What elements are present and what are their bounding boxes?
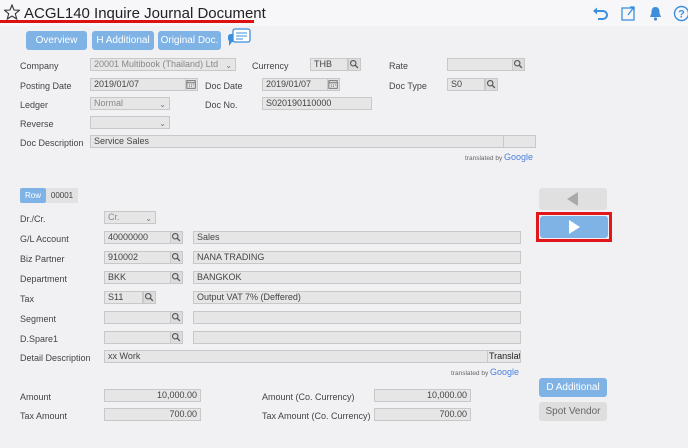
chevron-down-icon: ⌄ xyxy=(159,119,166,128)
drcr-select[interactable]: Cr. ⌄ xyxy=(104,211,156,224)
google-translate-attribution: translated by Google xyxy=(465,152,533,162)
row-tab[interactable]: Row xyxy=(20,188,46,203)
dspare1-label: D.Spare1 xyxy=(20,334,59,344)
segment-name-field xyxy=(193,311,521,324)
calendar-icon[interactable] xyxy=(327,78,340,91)
rate-field[interactable] xyxy=(447,58,513,71)
amount-field: 10,000.00 xyxy=(104,389,201,402)
calendar-icon[interactable] xyxy=(185,78,198,91)
drcr-value: Cr. xyxy=(108,212,120,222)
h-additional-button[interactable]: H Additional xyxy=(92,31,154,50)
comment-icon[interactable] xyxy=(227,28,251,50)
gl-account-label: G/L Account xyxy=(20,234,69,244)
translated-by-text: translated by xyxy=(451,370,489,377)
search-icon[interactable] xyxy=(170,231,183,244)
help-icon[interactable]: ? xyxy=(673,5,688,22)
department-name-field: BANGKOK xyxy=(193,271,521,284)
tax-amount-label: Tax Amount xyxy=(20,411,68,421)
doc-type-field[interactable]: S0 xyxy=(447,78,485,91)
previous-row-button[interactable] xyxy=(539,188,607,210)
amount-label: Amount xyxy=(20,392,52,402)
doc-description-label: Doc Description xyxy=(20,138,84,148)
tax-code-field[interactable]: S11 xyxy=(104,291,143,304)
search-icon[interactable] xyxy=(143,291,156,304)
search-icon[interactable] xyxy=(170,331,183,344)
dspare1-code-field[interactable] xyxy=(104,331,171,344)
search-icon[interactable] xyxy=(485,78,498,91)
segment-label: Segment xyxy=(20,314,57,324)
tax-amount-cc-field: 700.00 xyxy=(374,408,471,421)
doc-no-label: Doc No. xyxy=(205,100,238,110)
reverse-label: Reverse xyxy=(20,119,54,129)
rate-label: Rate xyxy=(389,61,409,71)
currency-field[interactable]: THB xyxy=(310,58,348,71)
svg-text:?: ? xyxy=(678,9,685,21)
translated-by-text: translated by xyxy=(465,155,503,162)
triangle-left-icon xyxy=(567,192,578,206)
drcr-label: Dr./Cr. xyxy=(20,214,46,224)
spot-vendor-button[interactable]: Spot Vendor xyxy=(539,402,607,421)
doc-date-label: Doc Date xyxy=(205,81,243,91)
chevron-down-icon: ⌄ xyxy=(159,100,166,109)
ledger-label: Ledger xyxy=(20,100,49,110)
original-doc-button[interactable]: Original Doc. xyxy=(158,31,221,50)
title-underline xyxy=(0,20,254,23)
chevron-down-icon: ⌄ xyxy=(145,214,152,223)
doc-description-field[interactable]: Service Sales xyxy=(90,135,504,148)
segment-code-field[interactable] xyxy=(104,311,171,324)
ledger-value: Normal xyxy=(94,98,124,108)
tax-name-field: Output VAT 7% (Deffered) xyxy=(193,291,521,304)
posting-date-field[interactable]: 2019/01/07 xyxy=(90,78,186,91)
search-icon[interactable] xyxy=(170,271,183,284)
undo-icon[interactable] xyxy=(592,5,609,22)
search-icon[interactable] xyxy=(348,58,361,71)
star-icon[interactable] xyxy=(4,4,20,20)
department-label: Department xyxy=(20,274,68,284)
dspare1-name-field xyxy=(193,331,521,344)
d-additional-button[interactable]: D Additional xyxy=(539,378,607,397)
amount-cc-field: 10,000.00 xyxy=(374,389,471,402)
amount-cc-label: Amount (Co. Currency) xyxy=(262,392,355,402)
bell-icon[interactable] xyxy=(647,5,664,22)
biz-partner-code-field[interactable]: 910002 xyxy=(104,251,171,264)
doc-date-field[interactable]: 2019/01/07 xyxy=(262,78,328,91)
google-logo: Google xyxy=(490,367,520,377)
search-icon[interactable] xyxy=(170,311,183,324)
tax-amount-cc-label: Tax Amount (Co. Currency) xyxy=(262,411,371,421)
doc-type-label: Doc Type xyxy=(389,81,427,91)
search-icon[interactable] xyxy=(512,58,525,71)
ledger-select[interactable]: Normal ⌄ xyxy=(90,97,170,110)
export-icon[interactable] xyxy=(620,5,637,22)
detail-description-label: Detail Description xyxy=(20,353,91,363)
tax-label: Tax xyxy=(20,294,35,304)
tax-amount-field: 700.00 xyxy=(104,408,201,421)
translate-button[interactable]: Translat xyxy=(487,350,521,363)
doc-description-translate-button[interactable] xyxy=(503,135,536,148)
chevron-down-icon: ⌄ xyxy=(225,61,232,70)
google-translate-attribution: translated by Google xyxy=(451,367,519,377)
search-icon[interactable] xyxy=(170,251,183,264)
company-label: Company xyxy=(20,61,59,71)
overview-button[interactable]: Overview xyxy=(26,31,87,50)
reverse-select[interactable]: ⌄ xyxy=(90,116,170,129)
google-logo: Google xyxy=(504,152,534,162)
posting-date-label: Posting Date xyxy=(20,81,72,91)
gl-account-code-field[interactable]: 40000000 xyxy=(104,231,171,244)
row-number[interactable]: 00001 xyxy=(46,188,78,203)
biz-partner-name-field: NANA TRADING xyxy=(193,251,521,264)
company-value: 20001 Multibook (Thailand) Ltd xyxy=(94,59,219,69)
triangle-right-icon xyxy=(569,220,580,234)
biz-partner-label: Biz Partner xyxy=(20,254,65,264)
gl-account-name-field: Sales xyxy=(193,231,521,244)
company-select[interactable]: 20001 Multibook (Thailand) Ltd ⌄ xyxy=(90,58,236,71)
detail-description-field[interactable]: xx Work xyxy=(104,350,488,363)
next-row-button[interactable] xyxy=(540,216,608,238)
department-code-field[interactable]: BKK xyxy=(104,271,171,284)
currency-label: Currency xyxy=(252,61,289,71)
doc-no-field[interactable]: S020190110000 xyxy=(262,97,372,110)
